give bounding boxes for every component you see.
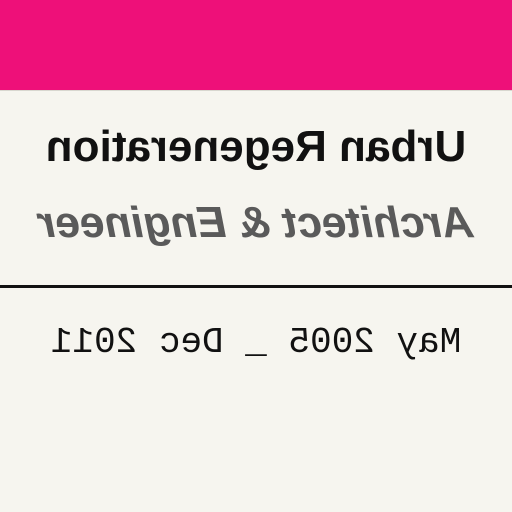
organization-title: Urban Regeneration <box>45 122 467 171</box>
accent-header-band <box>0 0 512 90</box>
header-divider <box>0 90 512 91</box>
role-subtitle: Architect & Engineer <box>38 198 474 247</box>
section-rule <box>0 285 512 288</box>
role-card: Urban Regeneration Architect & Engineer … <box>0 0 512 512</box>
date-range: May 2005 _ Dec 2011 <box>50 322 462 363</box>
